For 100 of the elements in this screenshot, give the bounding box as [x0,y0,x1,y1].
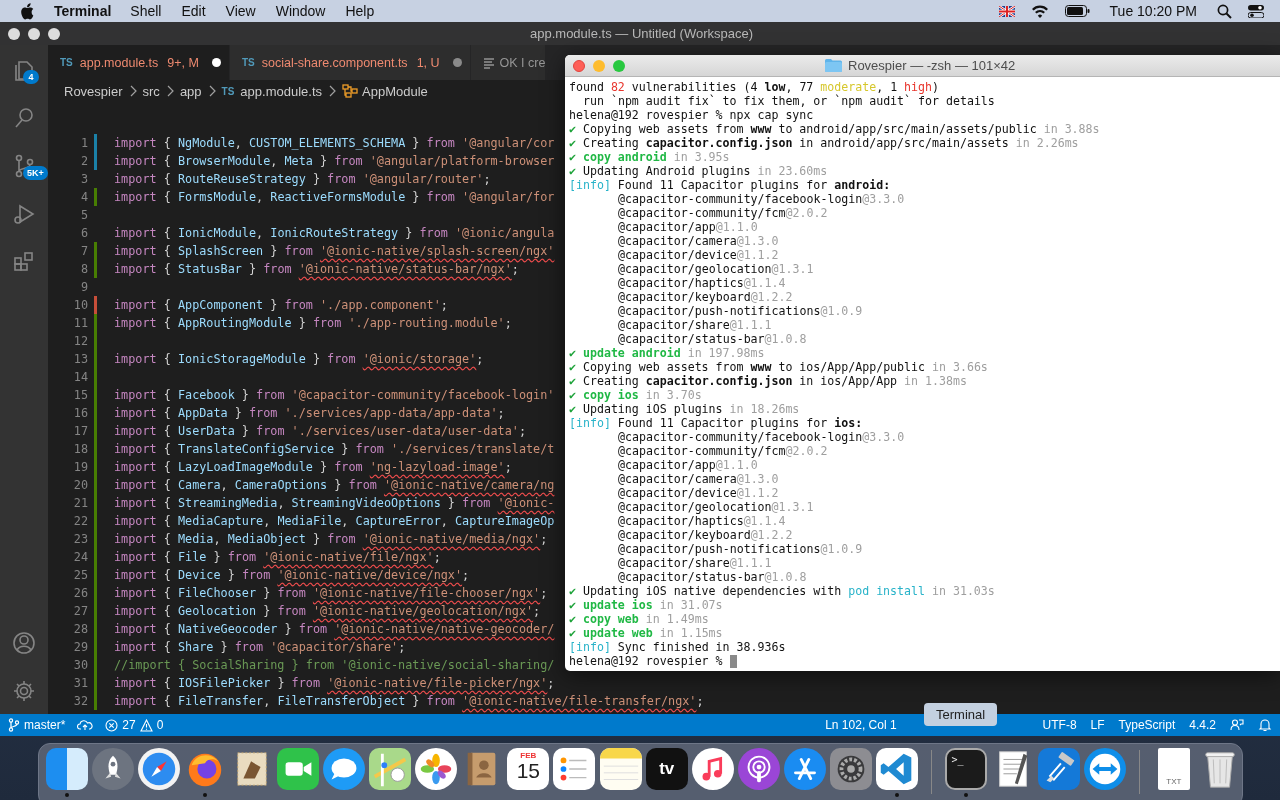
video-camera-icon[interactable] [276,748,319,790]
flower-icon[interactable] [415,748,458,790]
line-number: 7 [79,244,88,258]
map-icon[interactable] [368,748,411,790]
code-line: import { IonicStorageModule } from '@ionic/storage'; [114,352,484,366]
terminal-icon[interactable]: >_ [945,748,988,790]
terminal-line: @capacitor/device@1.1.2 [618,486,779,500]
editor-tab[interactable]: OK I cre [470,45,547,80]
terminal-line: helena@192 rovespier % npx cap sync [569,108,814,122]
folder-icon [825,59,842,72]
code-line: import { Geolocation } from '@ionic-native/geolocation/ngx'; [114,604,541,618]
terminal-line: @capacitor-community/facebook-login@3.3.0 [618,192,905,206]
terminal-line: ✔ update android in 197.98ms [569,346,765,360]
hammer-icon[interactable] [1037,748,1080,790]
line-number: 3 [79,172,88,186]
bell-icon[interactable] [1258,718,1272,732]
breadcrumb[interactable]: TS app.module.ts [221,83,323,99]
line-number: 30 [72,658,88,672]
unsaved-dot[interactable] [452,58,462,67]
line-number: 29 [72,640,88,654]
checklist-icon[interactable] [553,748,596,790]
line-number: 18 [72,442,88,456]
line-number: 12 [72,334,88,348]
control-center-icon[interactable] [1248,4,1264,18]
music-note-icon[interactable] [691,748,734,790]
apple-icon[interactable] [20,2,34,20]
encoding[interactable]: UTF-8 [1042,718,1077,732]
clock[interactable]: Tue 10:20 PM [1109,3,1197,19]
line-number: 13 [72,352,88,366]
breadcrumb[interactable]: app [179,83,202,99]
line-number: 9 [79,280,88,294]
breadcrumb[interactable]: src [142,83,160,99]
line-ending[interactable]: LF [1090,718,1105,732]
menu-item[interactable]: View [225,3,256,19]
terminal-line: @capacitor/share@1.1.1 [618,556,772,570]
terminal-line: @capacitor-community/facebook-login@3.3.0 [618,430,905,444]
feedback-icon[interactable] [1230,718,1244,732]
flag-icon[interactable] [998,5,1015,17]
line-number: 11 [72,316,88,330]
calendar-icon[interactable]: FEB 15 [507,748,550,790]
store-icon[interactable] [784,748,827,790]
terminal-line: [info] Found 11 Capacitor plugins for ios: [569,416,863,430]
language-mode[interactable]: TypeScript [1118,718,1176,732]
branch-button[interactable]: master* [8,718,66,732]
two-tone-icon[interactable] [46,748,89,790]
code-line: import { FileTransfer, FileTransferObject } from '@ionic-native/file-transfer/ngx'; [114,694,704,708]
chevron-icon [165,85,174,97]
code-line: import { Facebook } from '@capacitor-community/facebook-login' [114,388,555,402]
code-line: import { Camera, CameraOptions } from '@ionic-native/camera/ng [114,478,555,492]
tv-icon[interactable]: tv [645,748,688,790]
editor-tab[interactable]: TS app.module.ts 9+, M [48,45,230,80]
menu-item[interactable]: Shell [130,3,162,19]
wifi-icon[interactable] [1030,4,1049,18]
rocket-icon[interactable] [92,748,135,790]
line-number: 28 [72,622,88,636]
cloud-upload-icon[interactable] [77,719,94,731]
text-file-icon[interactable]: TXT [1157,748,1190,790]
menu-item[interactable]: Edit [181,3,206,19]
editor-tab[interactable]: TS social-share.component.ts 1, U [229,45,471,80]
notepad-icon[interactable] [599,748,642,790]
problems-button[interactable]: 27 0 [105,718,164,732]
cursor-position[interactable]: Ln 102, Col 1 [825,718,897,732]
battery-icon[interactable] [1064,5,1090,17]
search-icon[interactable] [1217,3,1232,19]
terminal-line: ✔ update web in 1.15ms [569,626,723,640]
minimize-button[interactable] [28,27,40,40]
zoom-button[interactable] [48,27,60,40]
breadcrumb[interactable]: AppModule [342,83,428,99]
terminal-line: ✔ Copying web assets from www to android/app/src/main/assets/public in 3.88s [569,122,1100,136]
terminal-line: @capacitor/haptics@1.1.4 [618,514,786,528]
terminal-line: [info] Sync finished in 38.936s [569,640,786,654]
unsaved-dot[interactable] [211,58,221,67]
account-icon[interactable] [11,630,37,656]
terminal-line: @capacitor/push-notifications@1.0.9 [618,542,863,556]
terminal-line: ✔ update ios in 31.07s [569,598,723,612]
window-title: Rovespier — -zsh — 101×42 [848,58,1016,73]
version[interactable]: 4.4.2 [1189,718,1216,732]
gear-icon[interactable] [830,748,873,790]
menu-item[interactable]: Help [345,3,375,19]
terminal-line: @capacitor/camera@1.3.0 [618,472,779,486]
code-line: import { SplashScreen } from '@ionic-native/splash-screen/ngx' [114,244,555,258]
code-line: import { Media, MediaObject } from '@ionic-native/media/ngx'; [114,532,548,546]
breadcrumb[interactable]: Rovespier [64,83,123,99]
terminal-line: @capacitor/geolocation@1.3.1 [618,500,814,514]
line-number: 23 [72,532,88,546]
code-line: import { MediaCapture, MediaFile, CaptureError, CaptureImageOp [114,514,555,528]
podcast-icon[interactable] [737,748,780,790]
speech-bubble-icon[interactable] [322,748,365,790]
code-line: import { NgModule, CUSTOM_ELEMENTS_SCHEMA } from '@angular/cor [114,136,555,150]
terminal-line: ✔ Copying web assets from www to ios/App/App/public in 3.66s [569,360,988,374]
line-number: 5 [79,208,88,222]
terminal-line: @capacitor/keyboard@1.2.2 [618,528,793,542]
settings-icon[interactable] [11,678,37,704]
code-editor-icon[interactable] [876,748,919,790]
menu-app-name[interactable]: Terminal [54,3,112,19]
compass-icon[interactable] [138,748,181,790]
code-line: import { File } from '@ionic-native/file/ngx'; [114,550,441,564]
line-number: 15 [72,388,88,402]
close-button[interactable] [8,27,20,40]
menu-item[interactable]: Window [275,3,326,19]
